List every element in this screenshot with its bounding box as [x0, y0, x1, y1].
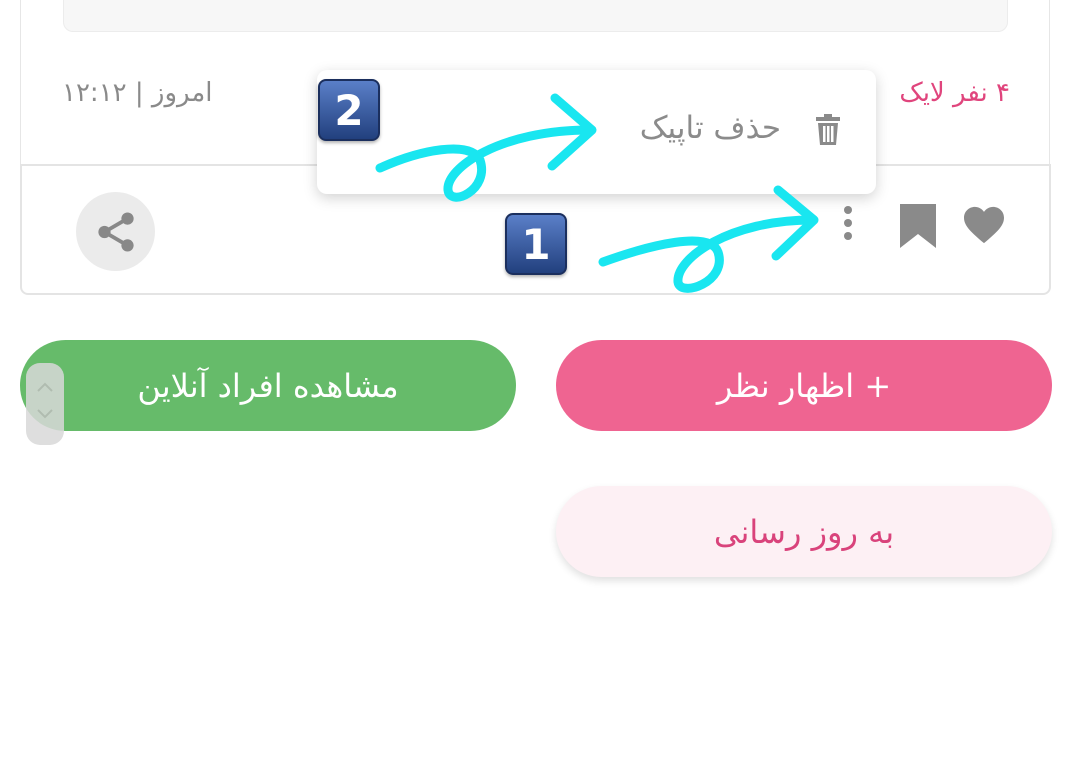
more-vertical-icon	[844, 206, 852, 240]
trash-icon[interactable]	[815, 114, 841, 150]
post-content-box	[63, 0, 1008, 32]
post-date: امروز | ۱۲:۱۲	[62, 78, 213, 108]
scroll-handle[interactable]	[26, 363, 64, 445]
options-popup-menu: حذف تاپیک	[317, 70, 876, 194]
like-button[interactable]	[960, 202, 1008, 248]
bookmark-button[interactable]	[898, 202, 938, 250]
add-comment-button[interactable]: + اظهار نظر	[556, 340, 1052, 431]
refresh-button[interactable]: به روز رسانی	[556, 486, 1052, 577]
bookmark-icon	[900, 204, 936, 248]
delete-topic-menu-item[interactable]: حذف تاپیک	[640, 110, 781, 146]
chevron-up-down-icon	[37, 382, 53, 419]
share-button[interactable]	[76, 192, 155, 271]
share-icon	[97, 211, 134, 252]
step-2-badge: 2	[318, 79, 380, 141]
like-count[interactable]: ۴ نفر لایک	[899, 78, 1010, 108]
view-online-users-button[interactable]: مشاهده افراد آنلاین	[20, 340, 516, 431]
step-1-badge: 1	[505, 213, 567, 275]
heart-icon	[964, 206, 1004, 244]
more-options-button[interactable]	[836, 202, 860, 244]
